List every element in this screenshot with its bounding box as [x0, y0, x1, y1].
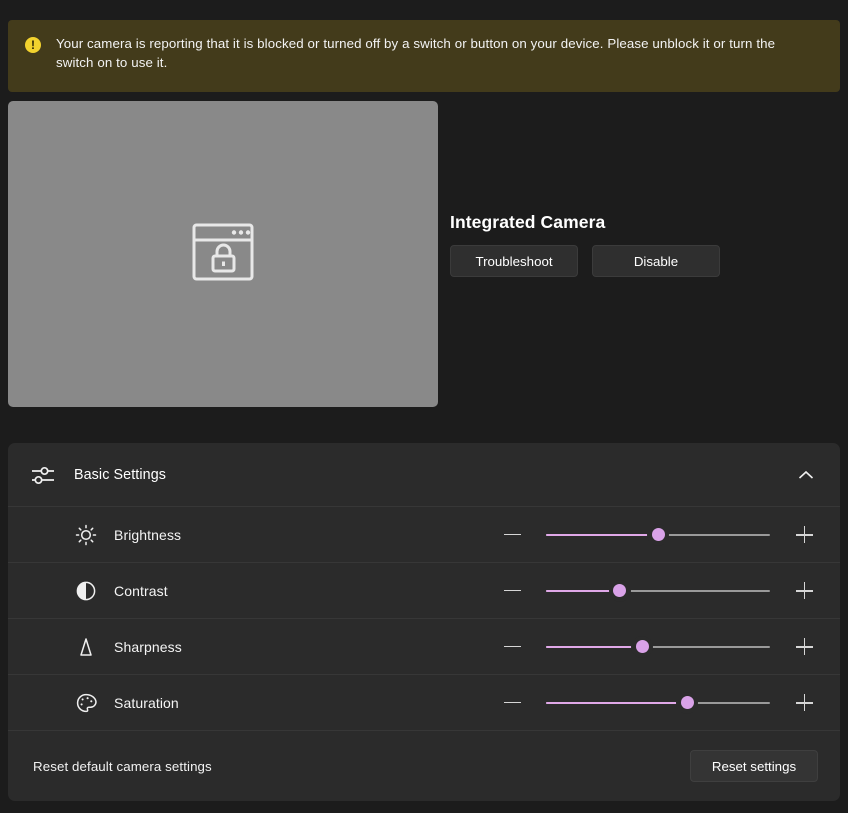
sharpness-slider[interactable] — [546, 633, 770, 661]
slider-thumb[interactable] — [676, 691, 699, 714]
sharpness-triangle-icon — [70, 636, 102, 658]
slider-thumb[interactable] — [631, 635, 654, 658]
slider-fill — [546, 533, 658, 536]
device-name: Integrated Camera — [450, 212, 606, 232]
blocked-camera-window-lock-icon — [192, 223, 254, 286]
saturation-slider[interactable] — [546, 689, 770, 717]
troubleshoot-button[interactable]: Troubleshoot — [450, 245, 578, 277]
basic-settings-card: Basic Settings Brightness Contrast Sharp… — [8, 443, 840, 801]
device-info: Integrated Camera Troubleshoot Disable — [450, 212, 750, 277]
brightness-stepper — [498, 521, 818, 549]
setting-label: Saturation — [114, 694, 179, 711]
contrast-slider[interactable] — [546, 577, 770, 605]
camera-preview — [8, 101, 438, 407]
camera-settings-page: ! Your camera is reporting that it is bl… — [0, 0, 848, 813]
setting-row-sharpness: Sharpness — [8, 619, 840, 675]
minus-icon[interactable] — [498, 521, 526, 549]
reset-settings-row: Reset default camera settings Reset sett… — [8, 731, 840, 801]
camera-blocked-warning-banner: ! Your camera is reporting that it is bl… — [8, 20, 840, 92]
slider-thumb[interactable] — [608, 579, 631, 602]
device-actions: Troubleshoot Disable — [450, 245, 750, 277]
setting-label: Contrast — [114, 582, 168, 599]
saturation-stepper — [498, 689, 818, 717]
slider-fill — [546, 645, 643, 648]
setting-row-contrast: Contrast — [8, 563, 840, 619]
brightness-slider[interactable] — [546, 521, 770, 549]
sharpness-stepper — [498, 633, 818, 661]
setting-row-saturation: Saturation — [8, 675, 840, 731]
reset-settings-button[interactable]: Reset settings — [690, 750, 818, 782]
warning-circle-icon: ! — [25, 37, 41, 53]
reset-settings-label: Reset default camera settings — [33, 758, 212, 774]
basic-settings-title: Basic Settings — [74, 466, 166, 483]
warning-banner-text: Your camera is reporting that it is bloc… — [56, 36, 776, 70]
setting-label: Sharpness — [114, 638, 182, 655]
minus-icon[interactable] — [498, 577, 526, 605]
brightness-sun-icon — [70, 524, 102, 546]
plus-icon[interactable] — [790, 521, 818, 549]
disable-button[interactable]: Disable — [592, 245, 720, 277]
minus-icon[interactable] — [498, 689, 526, 717]
plus-icon[interactable] — [790, 633, 818, 661]
slider-fill — [546, 701, 688, 704]
saturation-palette-icon — [70, 692, 102, 714]
setting-label: Brightness — [114, 526, 182, 543]
setting-row-brightness: Brightness — [8, 507, 840, 563]
slider-thumb[interactable] — [647, 523, 669, 546]
plus-icon[interactable] — [790, 689, 818, 717]
minus-icon[interactable] — [498, 633, 526, 661]
contrast-stepper — [498, 577, 818, 605]
contrast-half-circle-icon — [70, 580, 102, 602]
chevron-up-icon[interactable] — [794, 470, 818, 480]
plus-icon[interactable] — [790, 577, 818, 605]
basic-settings-header[interactable]: Basic Settings — [8, 443, 840, 507]
sliders-icon — [30, 464, 56, 486]
